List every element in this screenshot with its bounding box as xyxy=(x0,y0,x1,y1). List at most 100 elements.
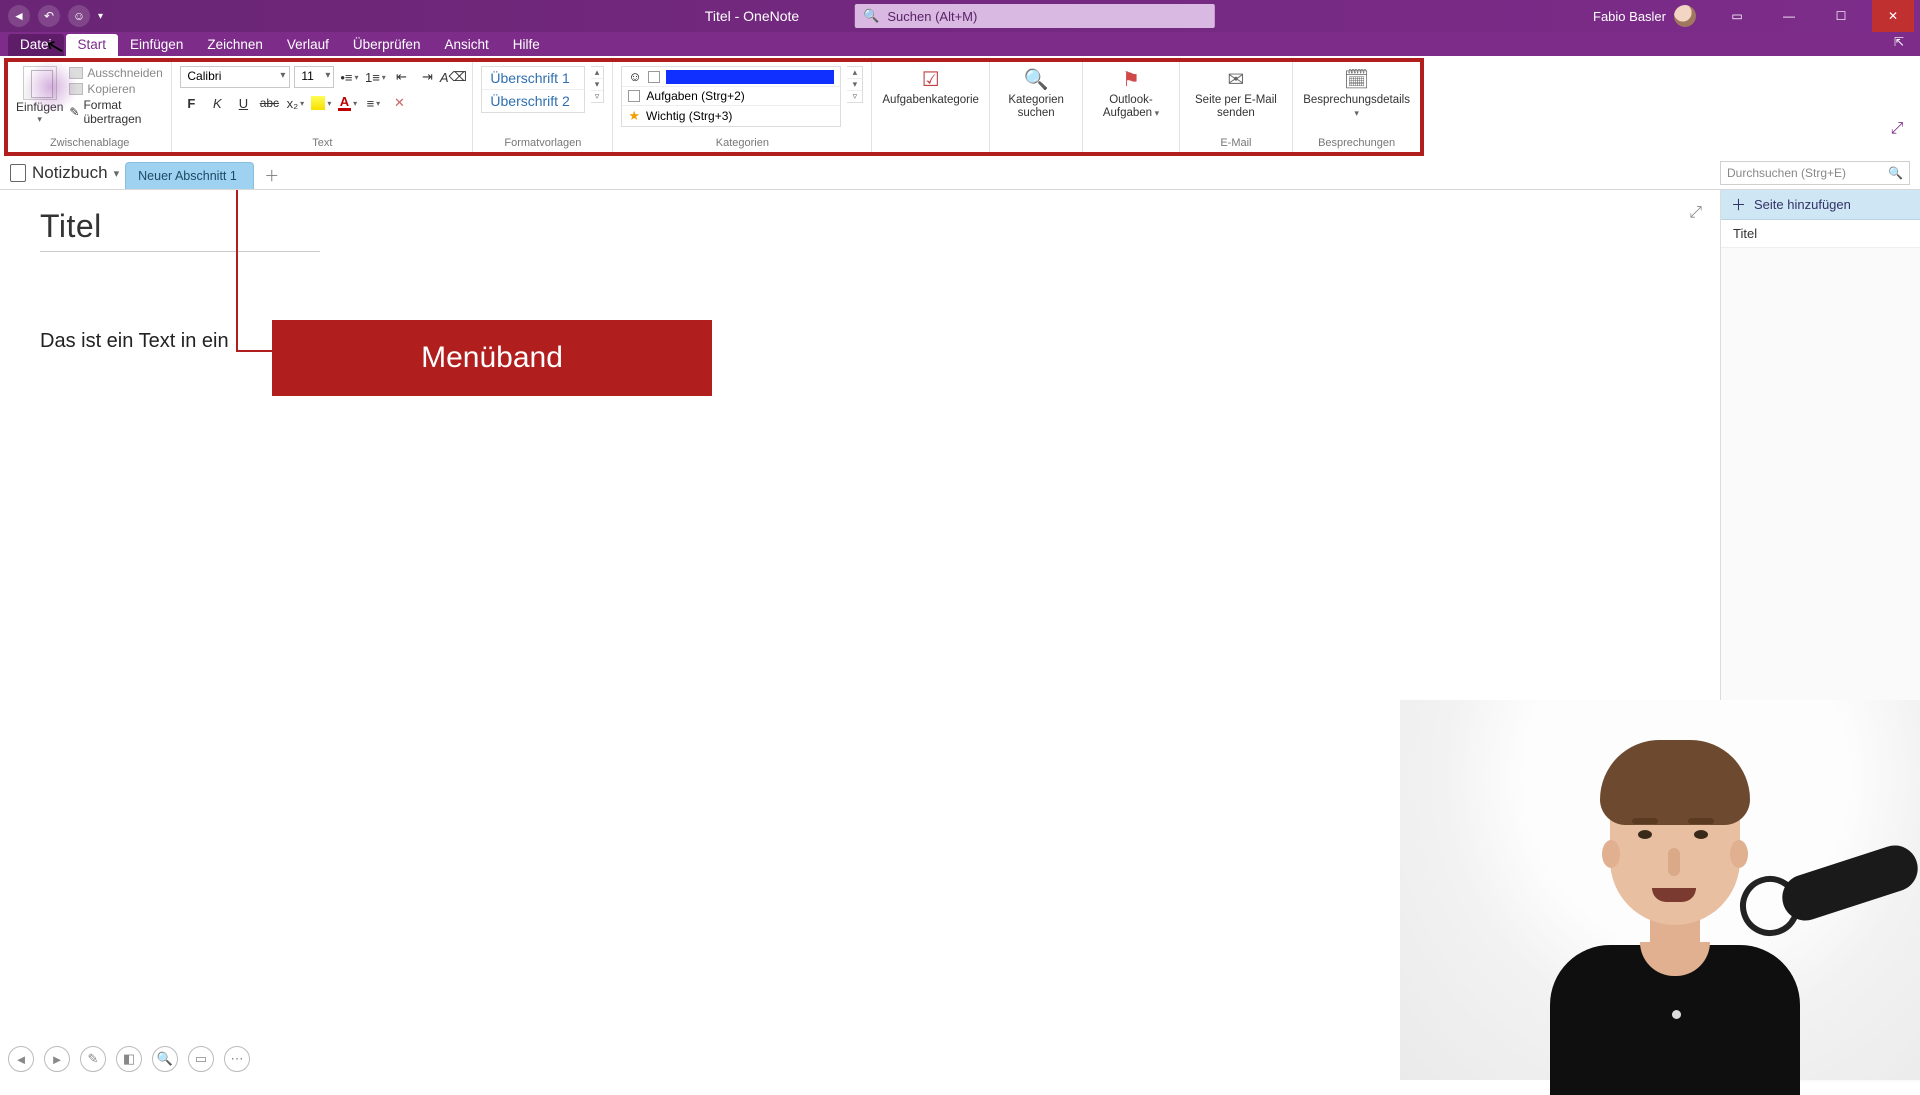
tags-expand-icon[interactable]: ▿ xyxy=(847,91,862,102)
tags-group-label: Kategorien xyxy=(621,135,863,152)
tags-scroll-up-icon[interactable]: ▴ xyxy=(847,67,862,79)
next-slide-button[interactable]: ► xyxy=(44,1046,70,1072)
subscript-button[interactable]: x₂ xyxy=(284,92,306,114)
meeting-details-button[interactable]: 🗓 Besprechungsdetails Besprechungen xyxy=(1293,62,1420,152)
expand-page-icon[interactable]: ⤢ xyxy=(1689,204,1702,222)
tab-start[interactable]: Start xyxy=(66,34,119,56)
smiley-tag-icon: ☺ xyxy=(628,69,641,84)
copy-icon xyxy=(69,83,83,95)
tab-help[interactable]: Hilfe xyxy=(501,34,552,56)
tab-history[interactable]: Verlauf xyxy=(275,34,341,56)
text-group-label: Text xyxy=(180,135,464,152)
add-page-button[interactable]: ＋ Seite hinzufügen xyxy=(1721,190,1920,220)
task-category-button[interactable]: ☑ Aufgabenkategorie xyxy=(872,62,990,152)
slideshow-button[interactable]: ▭ xyxy=(188,1046,214,1072)
ribbon-tabs: Datei Start Einfügen Zeichnen Verlauf Üb… xyxy=(0,32,1920,56)
italic-button[interactable]: K xyxy=(206,92,228,114)
page-list-item[interactable]: Titel xyxy=(1721,220,1920,248)
highlight-icon xyxy=(311,96,325,110)
add-section-button[interactable]: ＋ xyxy=(260,163,284,187)
meeting-group-label: Besprechungen xyxy=(1318,135,1395,152)
share-icon[interactable]: ⇱ xyxy=(1894,35,1912,53)
ribbon-group-text: Calibri 11 •≡ 1≡ ⇤ ⇥ A⌫ F K U abc x₂ A ≡ xyxy=(172,62,473,152)
meeting-icon: 🗓 xyxy=(1342,66,1372,92)
tag-row-2[interactable]: Aufgaben (Strg+2) xyxy=(622,87,840,106)
outlook-flag-icon: ⚑ xyxy=(1116,66,1146,92)
underline-button[interactable]: U xyxy=(232,92,254,114)
presenter-webcam xyxy=(1400,700,1920,1080)
more-button[interactable]: ⋯ xyxy=(224,1046,250,1072)
style-heading-1[interactable]: Überschrift 1 xyxy=(482,67,583,90)
format-painter-icon: ✎ xyxy=(69,105,79,119)
tab-view[interactable]: Ansicht xyxy=(432,34,500,56)
find-tags-button[interactable]: 🔍 Kategorien suchen xyxy=(990,62,1083,152)
clipboard-group-label: Zwischenablage xyxy=(16,135,163,152)
tag-row-3[interactable]: ★ Wichtig (Strg+3) xyxy=(622,106,840,126)
user-account[interactable]: Fabio Basler xyxy=(1593,5,1696,27)
clear-format-button[interactable]: A⌫ xyxy=(442,66,464,88)
format-painter-button[interactable]: ✎Format übertragen xyxy=(69,98,163,126)
tab-draw[interactable]: Zeichnen xyxy=(195,34,275,56)
email-page-button[interactable]: ✉ Seite per E-Mail senden E-Mail xyxy=(1180,62,1294,152)
microphone xyxy=(1740,850,1920,930)
prev-slide-button[interactable]: ◄ xyxy=(8,1046,34,1072)
maximize-icon[interactable]: ☐ xyxy=(1820,0,1862,32)
outlook-tasks-button[interactable]: ⚑ Outlook-Aufgaben xyxy=(1083,62,1179,152)
zoom-button[interactable]: 🔍 xyxy=(152,1046,178,1072)
section-tab[interactable]: Neuer Abschnitt 1 xyxy=(125,162,254,189)
font-color-button[interactable]: A xyxy=(336,92,358,114)
highlight-button[interactable] xyxy=(310,92,332,114)
bullet-list-button[interactable]: •≡ xyxy=(338,66,360,88)
eraser-button[interactable]: ◧ xyxy=(116,1046,142,1072)
styles-expand-icon[interactable]: ▿ xyxy=(591,91,604,102)
fullscreen-icon[interactable]: ⤢ xyxy=(1886,118,1908,140)
copy-button[interactable]: Kopieren xyxy=(69,82,163,96)
styles-scroll-up-icon[interactable]: ▴ xyxy=(591,67,604,79)
font-size-select[interactable]: 11 xyxy=(294,66,334,88)
add-page-label: Seite hinzufügen xyxy=(1754,197,1851,212)
notebook-selector[interactable]: Notizbuch ▾ xyxy=(10,163,119,189)
smiley-icon[interactable]: ☺ xyxy=(68,5,90,27)
cut-button[interactable]: Ausschneiden xyxy=(69,66,163,80)
notebook-bar: Notizbuch ▾ Neuer Abschnitt 1 ＋ Durchsuc… xyxy=(0,156,1920,190)
page-title[interactable]: Titel xyxy=(40,208,1720,245)
paste-button[interactable]: Einfügen ▾ xyxy=(16,66,63,125)
style-heading-2[interactable]: Überschrift 2 xyxy=(482,90,583,112)
tag-row-1[interactable]: ☺ xyxy=(622,67,840,87)
delete-format-button[interactable]: ✕ xyxy=(388,92,410,114)
email-group-label: E-Mail xyxy=(1220,135,1251,152)
ribbon: Einfügen ▾ Ausschneiden Kopieren ✎Format… xyxy=(8,62,1420,152)
section-search-placeholder: Durchsuchen (Strg+E) xyxy=(1727,166,1846,180)
styles-gallery[interactable]: Überschrift 1 Überschrift 2 xyxy=(481,66,584,113)
notebook-name: Notizbuch xyxy=(32,163,108,183)
email-icon: ✉ xyxy=(1221,66,1251,92)
undo-icon[interactable]: ↶ xyxy=(38,5,60,27)
bold-button[interactable]: F xyxy=(180,92,202,114)
paste-label: Einfügen xyxy=(16,100,63,114)
tab-insert[interactable]: Einfügen xyxy=(118,34,195,56)
indent-button[interactable]: ⇥ xyxy=(416,66,438,88)
number-list-button[interactable]: 1≡ xyxy=(364,66,386,88)
title-underline xyxy=(40,251,320,252)
search-icon: 🔍 xyxy=(1888,166,1903,180)
tags-scroll-down-icon[interactable]: ▾ xyxy=(847,79,862,91)
align-button[interactable]: ≡ xyxy=(362,92,384,114)
global-search[interactable]: 🔍 Suchen (Alt+M) xyxy=(855,4,1215,28)
close-icon[interactable]: ✕ xyxy=(1872,0,1914,32)
tab-file[interactable]: Datei xyxy=(8,34,64,56)
qat-dropdown-icon[interactable]: ▾ xyxy=(98,11,112,22)
chevron-down-icon: ▾ xyxy=(114,167,120,180)
font-family-select[interactable]: Calibri xyxy=(180,66,290,88)
tags-gallery[interactable]: ☺ Aufgaben (Strg+2) ★ Wichtig (Strg+3) xyxy=(621,66,841,127)
ribbon-group-tags: ☺ Aufgaben (Strg+2) ★ Wichtig (Strg+3) ▴… xyxy=(613,62,872,152)
back-icon[interactable]: ◄ xyxy=(8,5,30,27)
minimize-icon[interactable]: — xyxy=(1768,0,1810,32)
titlebar: ◄ ↶ ☺ ▾ Titel - OneNote 🔍 Suchen (Alt+M)… xyxy=(0,0,1920,32)
strike-button[interactable]: abc xyxy=(258,92,280,114)
tab-review[interactable]: Überprüfen xyxy=(341,34,433,56)
outdent-button[interactable]: ⇤ xyxy=(390,66,412,88)
section-search[interactable]: Durchsuchen (Strg+E) 🔍 xyxy=(1720,161,1910,185)
styles-scroll-down-icon[interactable]: ▾ xyxy=(591,79,604,91)
pen-button[interactable]: ✎ xyxy=(80,1046,106,1072)
ribbon-display-icon[interactable]: ▭ xyxy=(1716,0,1758,32)
